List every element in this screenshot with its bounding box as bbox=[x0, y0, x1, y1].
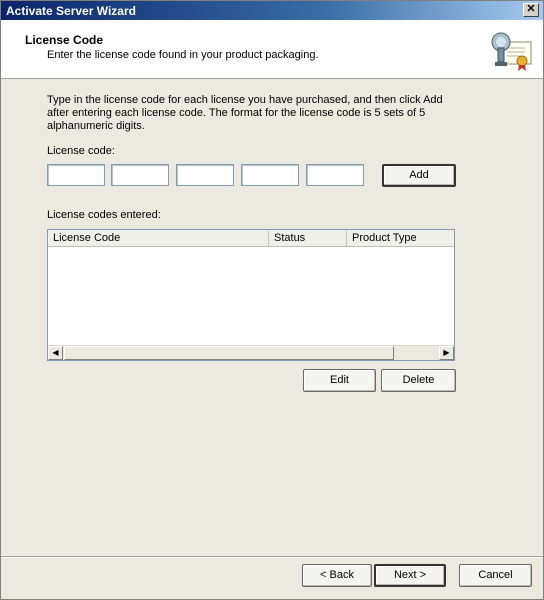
license-code-field-4[interactable] bbox=[241, 164, 299, 186]
license-codes-list[interactable]: License Code Status Product Type ◀ ▶ bbox=[47, 229, 455, 361]
license-code-field-5[interactable] bbox=[306, 164, 364, 186]
codes-entered-label: License codes entered: bbox=[47, 209, 161, 221]
license-code-label: License code: bbox=[47, 145, 115, 157]
scroll-right-icon[interactable]: ▶ bbox=[439, 346, 454, 360]
wizard-body: Type in the license code for each licens… bbox=[1, 80, 543, 599]
window-title: Activate Server Wizard bbox=[6, 4, 136, 18]
cancel-button[interactable]: Cancel bbox=[459, 564, 532, 587]
wizard-window: Activate Server Wizard ✕ License Code En… bbox=[0, 0, 544, 600]
page-subtitle: Enter the license code found in your pro… bbox=[47, 49, 319, 61]
scrollbar-thumb[interactable] bbox=[64, 346, 394, 360]
edit-button[interactable]: Edit bbox=[303, 369, 376, 392]
list-header: License Code Status Product Type bbox=[48, 230, 454, 247]
close-button[interactable]: ✕ bbox=[523, 3, 539, 17]
title-bar[interactable]: Activate Server Wizard ✕ bbox=[1, 1, 543, 20]
license-code-field-3[interactable] bbox=[176, 164, 234, 186]
wizard-header: License Code Enter the license code foun… bbox=[1, 20, 543, 79]
instructions-text: Type in the license code for each licens… bbox=[47, 94, 443, 132]
delete-button[interactable]: Delete bbox=[381, 369, 456, 392]
add-button[interactable]: Add bbox=[382, 164, 456, 187]
license-code-field-1[interactable] bbox=[47, 164, 105, 186]
column-header-product-type[interactable]: Product Type bbox=[347, 230, 454, 247]
scroll-left-icon[interactable]: ◀ bbox=[48, 346, 63, 360]
next-button[interactable]: Next > bbox=[374, 564, 446, 587]
column-header-status[interactable]: Status bbox=[269, 230, 347, 247]
horizontal-scrollbar[interactable]: ◀ ▶ bbox=[48, 345, 454, 360]
certificate-icon bbox=[491, 32, 532, 71]
footer-separator bbox=[1, 556, 543, 558]
license-code-field-2[interactable] bbox=[111, 164, 169, 186]
column-header-license-code[interactable]: License Code bbox=[48, 230, 269, 247]
page-title: License Code bbox=[25, 33, 104, 47]
back-button[interactable]: < Back bbox=[302, 564, 372, 587]
